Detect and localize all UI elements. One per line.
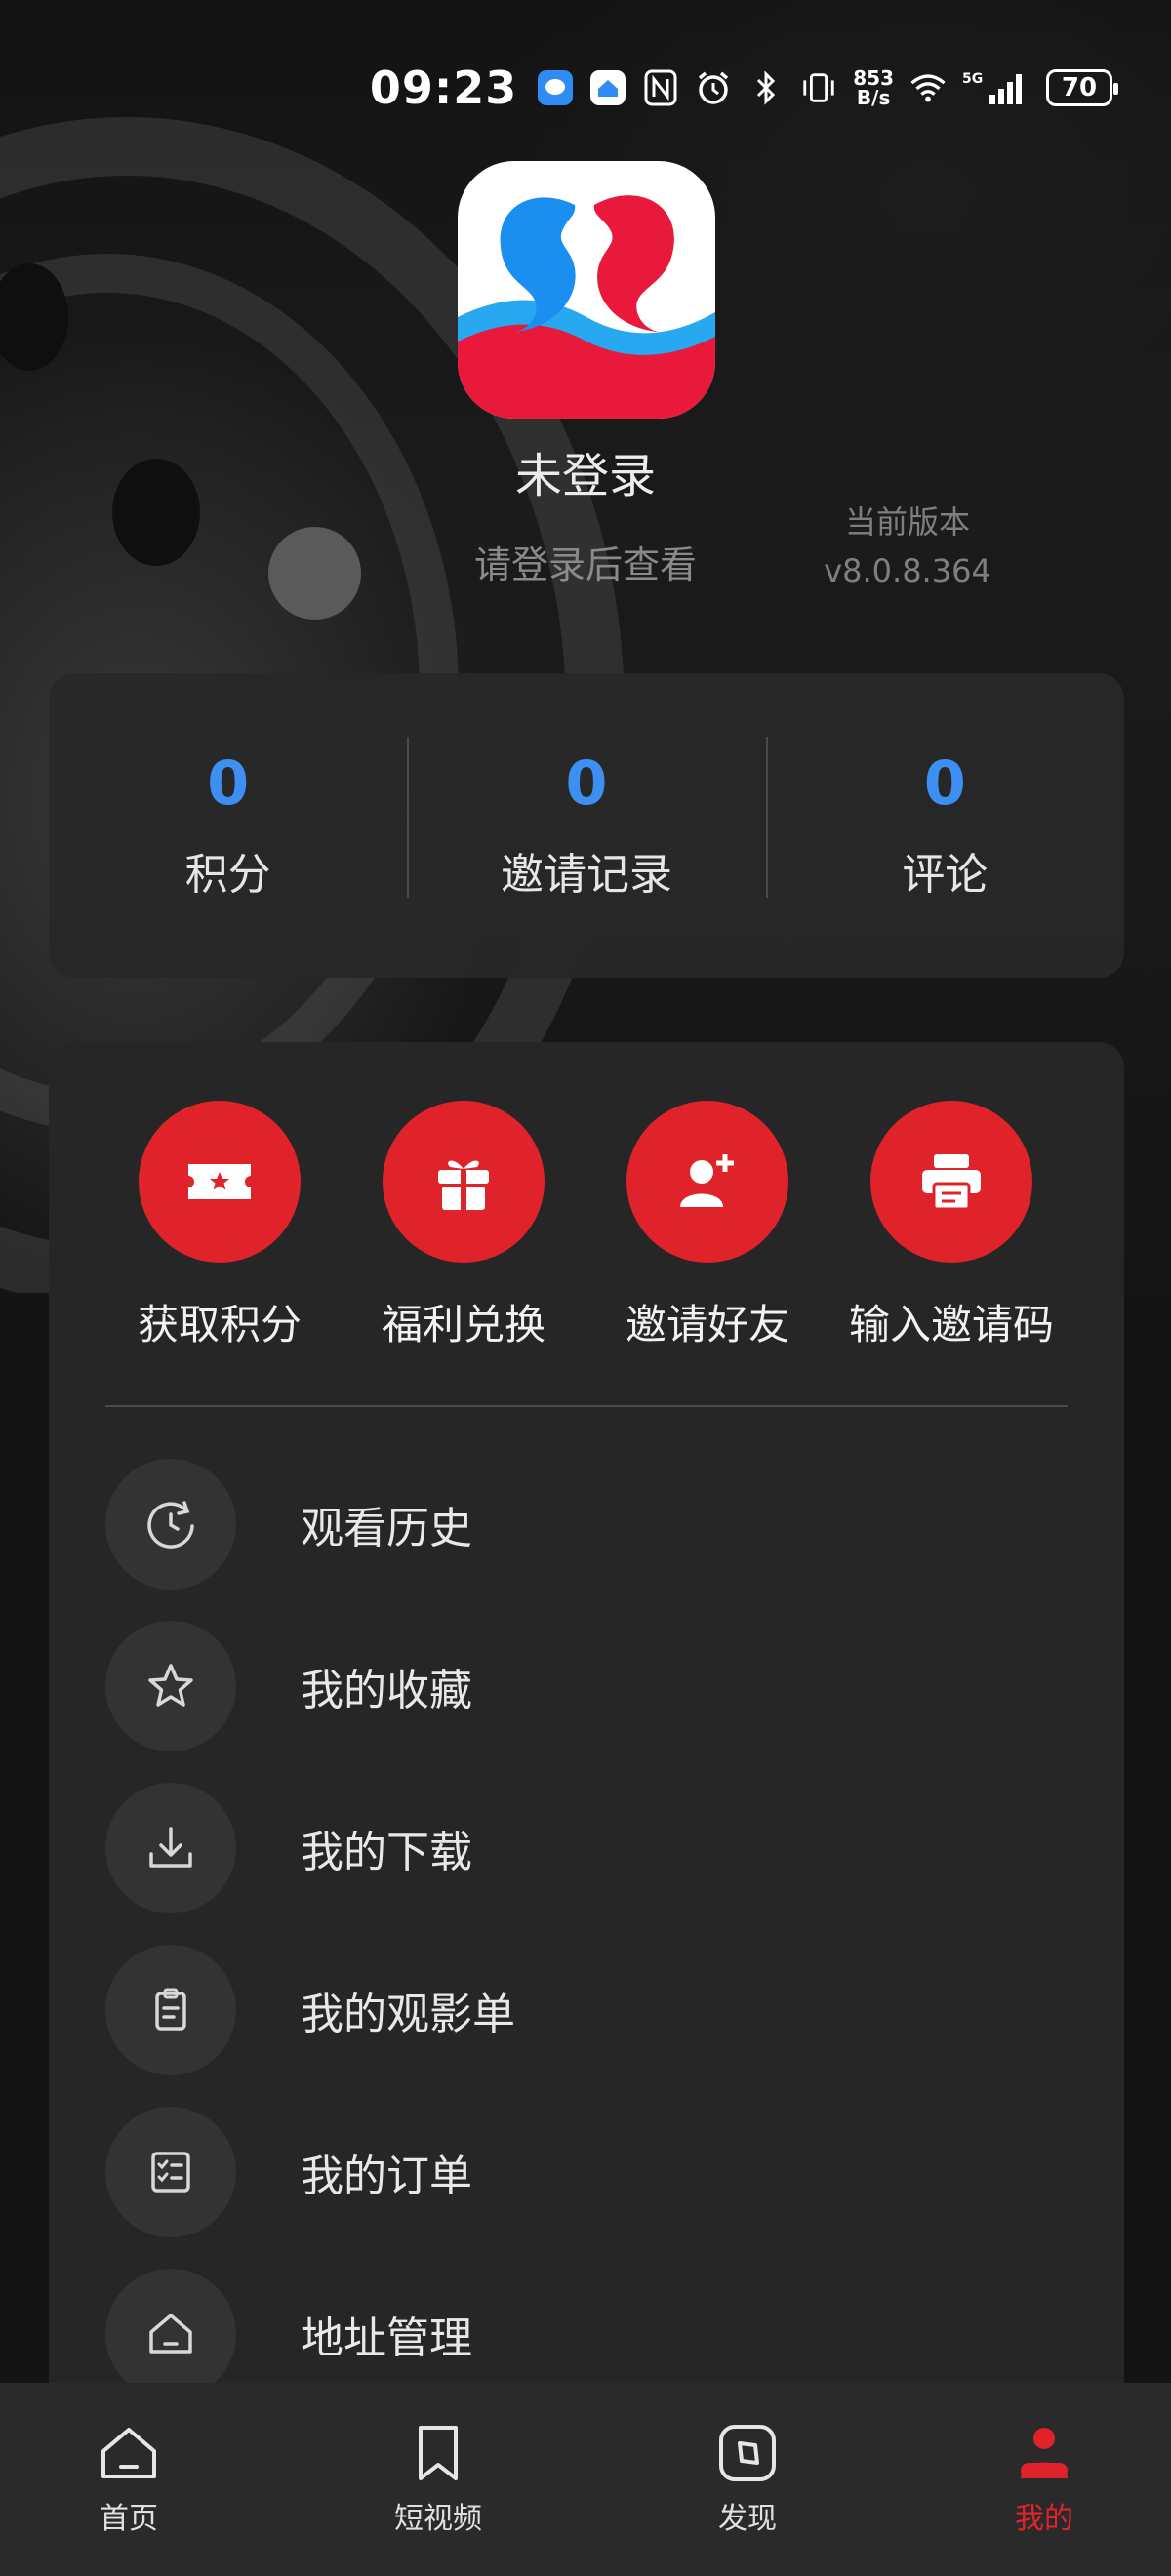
stat-points[interactable]: 0 积分	[49, 673, 407, 978]
menu-item-label: 地址管理	[301, 2314, 472, 2363]
status-bar: 09:23 853 B/s 5G 70	[0, 54, 1171, 122]
message-app-icon	[537, 69, 574, 106]
menu-item-label: 我的下载	[301, 1828, 472, 1877]
nav-label: 短视频	[394, 2502, 482, 2536]
battery-indicator: 70	[1046, 69, 1118, 106]
quick-action-redeem-welfare[interactable]: 福利兑换	[342, 1101, 586, 1351]
login-hint[interactable]: 请登录后查看	[410, 535, 761, 588]
stats-card: 0 积分 0 邀请记录 0 评论	[49, 673, 1124, 978]
nav-label: 发现	[718, 2502, 777, 2536]
vibrate-icon	[800, 69, 837, 106]
version-value: v8.0.8.364	[824, 552, 991, 589]
ticket-icon	[139, 1101, 301, 1263]
history-icon	[105, 1459, 236, 1590]
bluetooth-icon	[747, 69, 785, 106]
alarm-icon	[695, 69, 732, 106]
stat-value: 0	[207, 747, 250, 819]
person-icon	[1013, 2422, 1075, 2484]
network-speed: 853 B/s	[853, 66, 894, 109]
status-time: 09:23	[369, 61, 518, 114]
menu-card: 获取积分 福利兑换 邀请好友 输入邀请码 观看历史 我的收藏 我的下载 我的观影…	[49, 1042, 1124, 2408]
printer-icon	[870, 1101, 1032, 1263]
add-friend-icon	[626, 1101, 788, 1263]
stat-label: 评论	[902, 850, 989, 900]
menu-item-label: 我的收藏	[301, 1666, 472, 1715]
stat-invite-records[interactable]: 0 邀请记录	[407, 673, 765, 978]
quick-action-get-points[interactable]: 获取积分	[98, 1101, 342, 1351]
menu-item-my-downloads[interactable]: 我的下载	[105, 1782, 1068, 1914]
app-logo[interactable]	[458, 161, 715, 419]
nav-short-video[interactable]: 短视频	[341, 2383, 536, 2576]
menu-item-my-favorites[interactable]: 我的收藏	[105, 1620, 1068, 1752]
home-icon	[98, 2422, 160, 2484]
menu-item-watch-history[interactable]: 观看历史	[105, 1458, 1068, 1590]
version-label: 当前版本	[844, 503, 970, 541]
nav-label: 我的	[1015, 2502, 1073, 2536]
quick-action-label: 邀请好友	[625, 1301, 789, 1348]
username[interactable]: 未登录	[0, 437, 1171, 505]
stat-comments[interactable]: 0 评论	[765, 673, 1124, 978]
menu-item-label: 我的观影单	[301, 1990, 515, 2039]
menu-item-label: 观看历史	[301, 1504, 472, 1553]
stat-value: 0	[565, 747, 608, 819]
quick-action-label: 输入邀请码	[848, 1301, 1054, 1348]
menu-item-address-management[interactable]: 地址管理	[105, 2268, 1068, 2400]
star-icon	[105, 1621, 236, 1751]
bookmark-icon	[407, 2422, 469, 2484]
stat-label: 积分	[184, 850, 271, 900]
gift-icon	[383, 1101, 545, 1263]
home-app-icon	[589, 69, 626, 106]
compass-icon	[716, 2422, 779, 2484]
nav-label: 首页	[100, 2502, 158, 2536]
menu-item-label: 我的订单	[301, 2152, 472, 2201]
bottom-navigation: 首页 短视频 发现 我的	[0, 2383, 1171, 2576]
wifi-icon	[909, 69, 947, 106]
home-icon	[105, 2269, 236, 2399]
clipboard-icon	[105, 1945, 236, 2075]
signal-5g-icon: 5G	[962, 69, 1030, 106]
stat-label: 邀请记录	[500, 850, 672, 900]
nfc-icon	[642, 69, 679, 106]
quick-action-enter-invite-code[interactable]: 输入邀请码	[829, 1101, 1073, 1351]
divider	[105, 1405, 1068, 1407]
stat-value: 0	[923, 747, 966, 819]
quick-action-label: 获取积分	[137, 1301, 302, 1348]
download-icon	[105, 1783, 236, 1913]
quick-actions: 获取积分 福利兑换 邀请好友 输入邀请码	[98, 1101, 1073, 1351]
menu-item-my-watchlist[interactable]: 我的观影单	[105, 1944, 1068, 2076]
nav-mine[interactable]: 我的	[947, 2383, 1142, 2576]
svg-text:5G: 5G	[962, 71, 983, 87]
menu-item-my-orders[interactable]: 我的订单	[105, 2106, 1068, 2238]
nav-home[interactable]: 首页	[31, 2383, 226, 2576]
checklist-icon	[105, 2107, 236, 2237]
quick-action-invite-friend[interactable]: 邀请好友	[586, 1101, 829, 1351]
nav-discover[interactable]: 发现	[650, 2383, 845, 2576]
quick-action-label: 福利兑换	[381, 1301, 545, 1348]
